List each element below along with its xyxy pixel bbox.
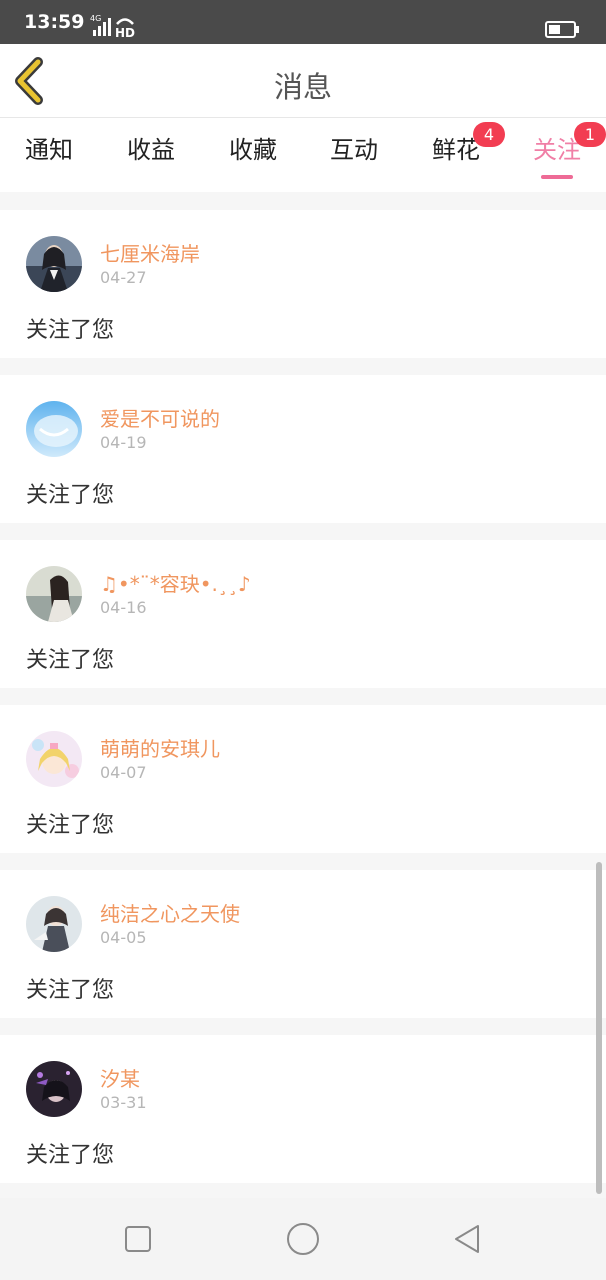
page-title: 消息	[273, 70, 332, 104]
list-item[interactable]: 萌萌的安琪儿 04-07 关注了您	[0, 705, 606, 853]
tab-label: 互动	[330, 136, 378, 164]
circle-icon	[287, 1223, 319, 1255]
message-date: 04-05	[100, 928, 147, 947]
message-text: 关注了您	[26, 1143, 115, 1168]
list-item[interactable]: 七厘米海岸 04-27 关注了您	[0, 210, 606, 358]
user-name[interactable]: 纯洁之心之天使	[100, 898, 240, 927]
signal-icon: 4G HD	[90, 14, 135, 38]
avatar[interactable]	[26, 1061, 82, 1117]
user-name[interactable]: 七厘米海岸	[100, 238, 200, 267]
tab-flowers[interactable]: 鲜花 4	[432, 122, 505, 180]
message-date: 04-19	[100, 433, 147, 452]
list-item[interactable]: 爱是不可说的 04-19 关注了您	[0, 375, 606, 523]
message-date: 04-27	[100, 268, 147, 287]
avatar[interactable]	[26, 896, 82, 952]
user-name[interactable]: 萌萌的安琪儿	[100, 733, 220, 762]
list-item[interactable]: 汐某 03-31 关注了您	[0, 1035, 606, 1183]
hd-label: HD	[115, 26, 135, 38]
scrollbar[interactable]	[596, 862, 602, 1194]
tab-favorites[interactable]: 收藏	[229, 130, 277, 180]
tab-badge: 4	[473, 122, 505, 147]
list-item[interactable]: ♫•*¨*容玦•.¸¸♪ 04-16 关注了您	[0, 540, 606, 688]
avatar[interactable]	[26, 401, 82, 457]
avatar[interactable]	[26, 236, 82, 292]
tab-label: 通知	[25, 136, 73, 164]
tab-earnings[interactable]: 收益	[127, 130, 175, 180]
active-tab-indicator	[541, 175, 573, 179]
status-time: 13:59	[24, 11, 85, 33]
tab-label: 收益	[127, 136, 175, 164]
square-icon	[125, 1226, 151, 1252]
message-date: 04-07	[100, 763, 147, 782]
tab-notifications[interactable]: 通知	[25, 130, 73, 180]
message-text: 关注了您	[26, 978, 115, 1003]
tab-label: 收藏	[229, 136, 277, 164]
message-date: 03-31	[100, 1093, 147, 1112]
message-text: 关注了您	[26, 318, 115, 343]
triangle-back-icon	[455, 1225, 479, 1253]
message-text: 关注了您	[26, 648, 115, 673]
tab-interactions[interactable]: 互动	[330, 130, 378, 180]
avatar[interactable]	[26, 566, 82, 622]
network-type: 4G	[90, 14, 101, 23]
tab-bar: 通知 收益 收藏 互动 鲜花 4 关注 1	[0, 118, 606, 192]
user-name[interactable]: ♫•*¨*容玦•.¸¸♪	[100, 568, 251, 597]
message-text: 关注了您	[26, 483, 115, 508]
tab-following[interactable]: 关注 1	[533, 122, 606, 180]
system-nav-bar	[0, 1198, 606, 1280]
system-back-button[interactable]	[450, 1222, 484, 1256]
tab-badge: 1	[574, 122, 606, 147]
user-name[interactable]: 汐某	[100, 1063, 140, 1092]
message-date: 04-16	[100, 598, 147, 617]
list-item[interactable]: 纯洁之心之天使 04-05 关注了您	[0, 870, 606, 1018]
recent-apps-button[interactable]	[121, 1222, 155, 1256]
user-name[interactable]: 爱是不可说的	[100, 403, 220, 432]
status-bar: 13:59 4G HD	[0, 0, 606, 44]
home-button[interactable]	[286, 1222, 320, 1256]
header: 消息	[0, 44, 606, 118]
avatar[interactable]	[26, 731, 82, 787]
message-text: 关注了您	[26, 813, 115, 838]
battery-icon	[545, 21, 579, 38]
